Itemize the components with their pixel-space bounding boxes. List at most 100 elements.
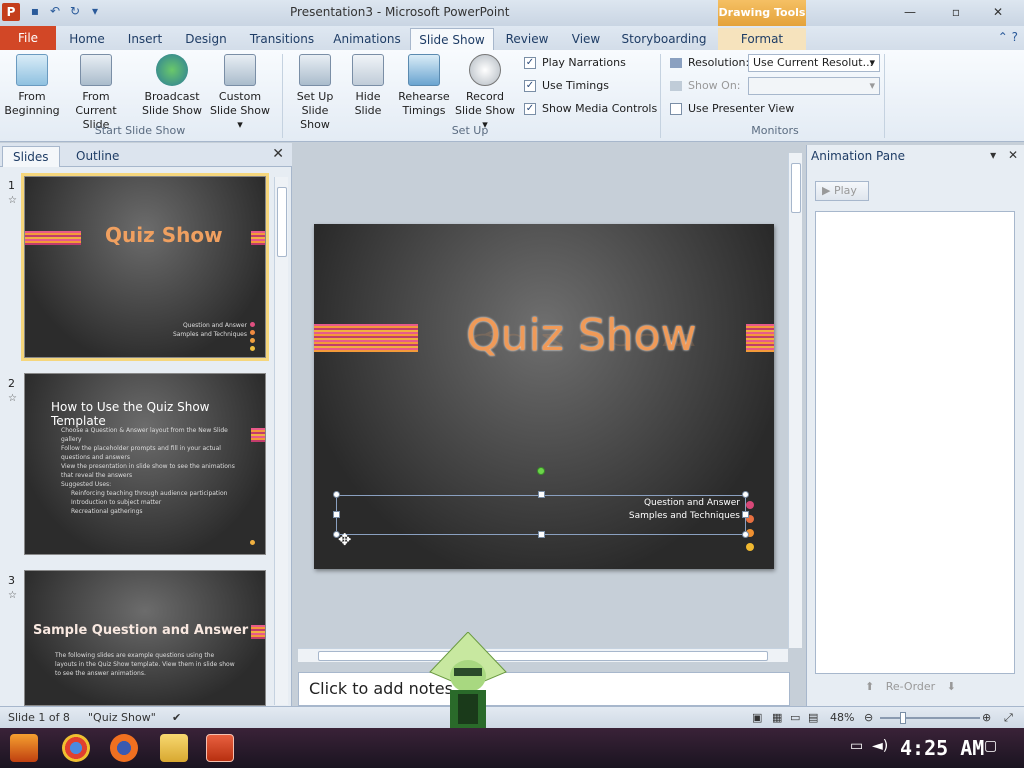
record-slide-show-button[interactable]: Record Slide Show ▾: [452, 54, 518, 132]
volume-icon[interactable]: ◄): [872, 738, 888, 754]
decor-dot: [250, 540, 255, 545]
help-icon[interactable]: ⌃ ?: [998, 30, 1018, 44]
monitors-group-label: Monitors: [751, 124, 799, 137]
customize-qat-icon[interactable]: ▾: [88, 4, 102, 18]
tab-animations[interactable]: Animations: [330, 28, 404, 50]
from-current-slide-icon: [80, 54, 112, 86]
animation-list[interactable]: [815, 211, 1015, 674]
thumb-body: The following slides are example questio…: [55, 652, 235, 677]
broadcast-slide-show-button[interactable]: Broadcast Slide Show: [140, 54, 204, 118]
undo-icon[interactable]: ↶: [48, 4, 62, 18]
slide-thumbnail-3[interactable]: Sample Question and Answer The following…: [24, 570, 266, 706]
zoom-slider-thumb[interactable]: [900, 712, 906, 724]
scrollbar-thumb[interactable]: [318, 651, 768, 661]
decor-dot: [746, 501, 754, 509]
spell-check-icon[interactable]: ✔: [172, 711, 181, 724]
current-slide[interactable]: Quiz Show Quiz Show Question and Answer …: [314, 224, 774, 569]
slide-thumbnail-1[interactable]: Quiz Show Question and Answer Samples an…: [21, 173, 269, 361]
slide-thumbnail-2[interactable]: How to Use the Quiz Show Template Choose…: [24, 373, 266, 555]
move-up-icon[interactable]: ⬆: [865, 680, 874, 693]
powerpoint-taskbar-icon[interactable]: [206, 734, 234, 762]
resize-handle[interactable]: [538, 491, 545, 498]
play-button[interactable]: ▶ Play: [815, 181, 869, 201]
scrollbar-thumb[interactable]: [791, 163, 801, 213]
chrome-icon[interactable]: [62, 734, 90, 762]
use-timings-checkbox[interactable]: ✓ Use Timings: [524, 79, 609, 92]
hide-slide-icon: [352, 54, 384, 86]
resize-handle[interactable]: [742, 531, 749, 538]
resize-handle[interactable]: [742, 491, 749, 498]
tab-slide-show[interactable]: Slide Show: [410, 28, 494, 50]
from-current-slide-button[interactable]: From Current Slide: [60, 54, 132, 132]
maximize-button[interactable]: ▫: [936, 4, 976, 22]
tab-home[interactable]: Home: [64, 28, 110, 50]
rotation-handle[interactable]: [537, 467, 545, 475]
resize-handle[interactable]: [538, 531, 545, 538]
zoom-in-icon[interactable]: ⊕: [982, 711, 991, 724]
resolution-select[interactable]: Use Current Resolut... ▾: [748, 54, 880, 72]
tab-transitions[interactable]: Transitions: [244, 28, 320, 50]
editor-vertical-scrollbar[interactable]: [788, 153, 802, 648]
redo-icon[interactable]: ↻: [68, 4, 82, 18]
hide-slide-button[interactable]: Hide Slide: [348, 54, 388, 118]
tab-design[interactable]: Design: [180, 28, 232, 50]
start-menu-icon[interactable]: [10, 734, 38, 762]
theme-name[interactable]: "Quiz Show": [88, 711, 156, 724]
tab-format[interactable]: Format: [718, 28, 806, 50]
custom-slide-show-button[interactable]: Custom Slide Show ▾: [206, 54, 274, 132]
tab-file[interactable]: File: [0, 26, 56, 50]
close-icon[interactable]: ✕: [1008, 148, 1018, 162]
show-media-controls-checkbox[interactable]: ✓ Show Media Controls: [524, 102, 657, 115]
resize-handle[interactable]: [742, 511, 749, 518]
fit-to-window-icon[interactable]: ⤢: [1004, 711, 1013, 725]
tab-insert[interactable]: Insert: [120, 28, 170, 50]
notes-pane[interactable]: Click to add notes: [298, 672, 790, 706]
close-icon[interactable]: ✕: [272, 146, 284, 162]
from-beginning-button[interactable]: From Beginning: [4, 54, 60, 118]
slide-show-view-icon[interactable]: ▤: [808, 711, 818, 724]
resize-handle[interactable]: [333, 511, 340, 518]
move-down-icon[interactable]: ⬇: [947, 680, 956, 693]
tab-review[interactable]: Review: [500, 28, 554, 50]
ribbon: From Beginning From Current Slide Broadc…: [0, 50, 1024, 142]
broadcast-icon: [156, 54, 188, 86]
resize-handle[interactable]: [333, 491, 340, 498]
editor-horizontal-scrollbar[interactable]: [298, 648, 788, 662]
checkmark-icon: ✓: [524, 103, 536, 115]
network-icon[interactable]: ▭: [850, 738, 863, 754]
chevron-down-icon[interactable]: ▾: [990, 148, 996, 162]
play-narrations-checkbox[interactable]: ✓ Play Narrations: [524, 56, 626, 69]
notifications-icon[interactable]: ▢: [984, 738, 997, 754]
firefox-icon[interactable]: [110, 734, 138, 762]
use-presenter-view-checkbox[interactable]: Use Presenter View: [670, 102, 794, 115]
subtitle-selection-box[interactable]: [336, 495, 746, 535]
drawing-tools-context-label: Drawing Tools: [718, 0, 806, 26]
set-up-slide-show-button[interactable]: Set Up Slide Show: [286, 54, 344, 132]
chevron-down-icon: ▾: [869, 79, 875, 92]
powerpoint-app-icon[interactable]: P: [2, 3, 20, 21]
normal-view-icon[interactable]: ▣: [752, 711, 762, 724]
reading-view-icon[interactable]: ▭: [790, 711, 800, 724]
thumb-subtitle: Question and Answer Samples and Techniqu…: [172, 322, 247, 338]
slide-sorter-icon[interactable]: ▦: [772, 711, 782, 724]
zoom-out-icon[interactable]: ⊖: [864, 711, 873, 724]
resolution-label: Resolution:: [670, 56, 749, 69]
tab-view[interactable]: View: [564, 28, 608, 50]
tab-slides[interactable]: Slides: [2, 146, 60, 167]
file-explorer-icon[interactable]: [160, 734, 188, 762]
tab-storyboarding[interactable]: Storyboarding: [618, 28, 710, 50]
minimize-button[interactable]: —: [890, 4, 930, 22]
clock[interactable]: 4:25 AM: [900, 736, 984, 760]
tab-outline[interactable]: Outline: [66, 146, 129, 167]
zoom-slider[interactable]: [880, 717, 980, 719]
ribbon-tabs: File Home Insert Design Transitions Anim…: [0, 26, 1024, 50]
ribbon-separator: [884, 54, 885, 138]
show-on-select[interactable]: ▾: [748, 77, 880, 95]
animation-star-icon: ☆: [8, 195, 17, 206]
save-icon[interactable]: ▪: [28, 4, 42, 18]
zoom-level[interactable]: 48%: [830, 711, 854, 724]
scrollbar-thumb[interactable]: [277, 187, 287, 257]
close-window-button[interactable]: ✕: [978, 4, 1018, 22]
rehearse-timings-button[interactable]: Rehearse Timings: [396, 54, 452, 118]
slides-scrollbar[interactable]: [274, 177, 288, 705]
